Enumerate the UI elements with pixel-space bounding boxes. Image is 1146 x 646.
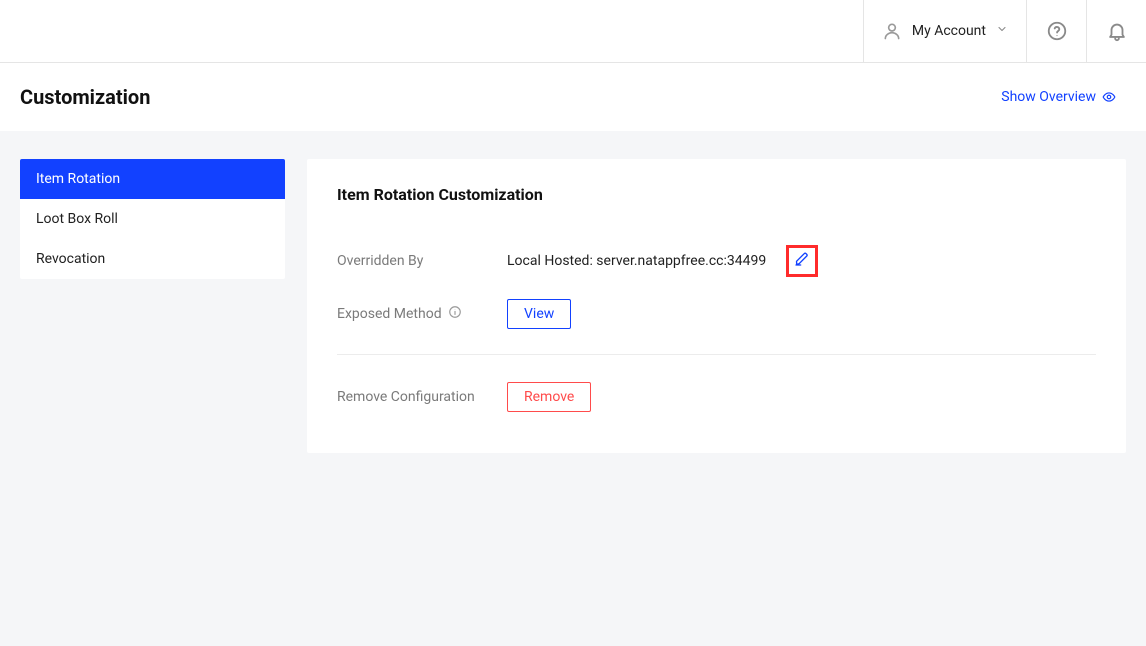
- sidebar-item-loot-box-roll[interactable]: Loot Box Roll: [20, 199, 285, 239]
- bell-icon: [1106, 20, 1128, 42]
- page-header: Customization Show Overview: [0, 63, 1146, 131]
- sidebar-item-item-rotation[interactable]: Item Rotation: [20, 159, 285, 199]
- info-icon: [448, 305, 462, 323]
- main-panel: Item Rotation Customization Overridden B…: [307, 159, 1126, 453]
- topbar: My Account: [0, 0, 1146, 63]
- remove-config-label: Remove Configuration: [337, 389, 507, 405]
- edit-overridden-by-button[interactable]: [786, 245, 818, 277]
- show-overview-link[interactable]: Show Overview: [1001, 89, 1116, 105]
- help-icon: [1046, 20, 1068, 42]
- divider: [337, 354, 1096, 355]
- row-overridden-by: Overridden By Local Hosted: server.natap…: [337, 234, 1096, 288]
- page-title: Customization: [20, 85, 150, 109]
- notifications-button[interactable]: [1086, 0, 1146, 62]
- pencil-icon: [794, 251, 810, 271]
- view-button[interactable]: View: [507, 299, 571, 329]
- help-button[interactable]: [1026, 0, 1086, 62]
- content-area: Item Rotation Loot Box Roll Revocation I…: [0, 131, 1146, 646]
- panel-title: Item Rotation Customization: [337, 185, 1096, 204]
- sidebar: Item Rotation Loot Box Roll Revocation: [20, 159, 285, 279]
- row-exposed-method: Exposed Method View: [337, 288, 1096, 340]
- overridden-by-label: Overridden By: [337, 253, 507, 269]
- sidebar-item-revocation[interactable]: Revocation: [20, 239, 285, 279]
- exposed-method-label: Exposed Method: [337, 306, 442, 322]
- account-label: My Account: [912, 23, 986, 39]
- sidebar-item-label: Item Rotation: [36, 171, 120, 187]
- account-menu[interactable]: My Account: [863, 0, 1026, 62]
- sidebar-item-label: Loot Box Roll: [36, 211, 118, 227]
- sidebar-item-label: Revocation: [36, 251, 105, 267]
- user-icon: [882, 21, 902, 41]
- row-remove-config: Remove Configuration Remove: [337, 371, 1096, 423]
- remove-button[interactable]: Remove: [507, 382, 591, 412]
- eye-icon: [1102, 90, 1116, 104]
- overridden-by-value: Local Hosted: server.natappfree.cc:34499: [507, 253, 766, 269]
- show-overview-label: Show Overview: [1001, 89, 1096, 105]
- chevron-down-icon: [996, 23, 1008, 39]
